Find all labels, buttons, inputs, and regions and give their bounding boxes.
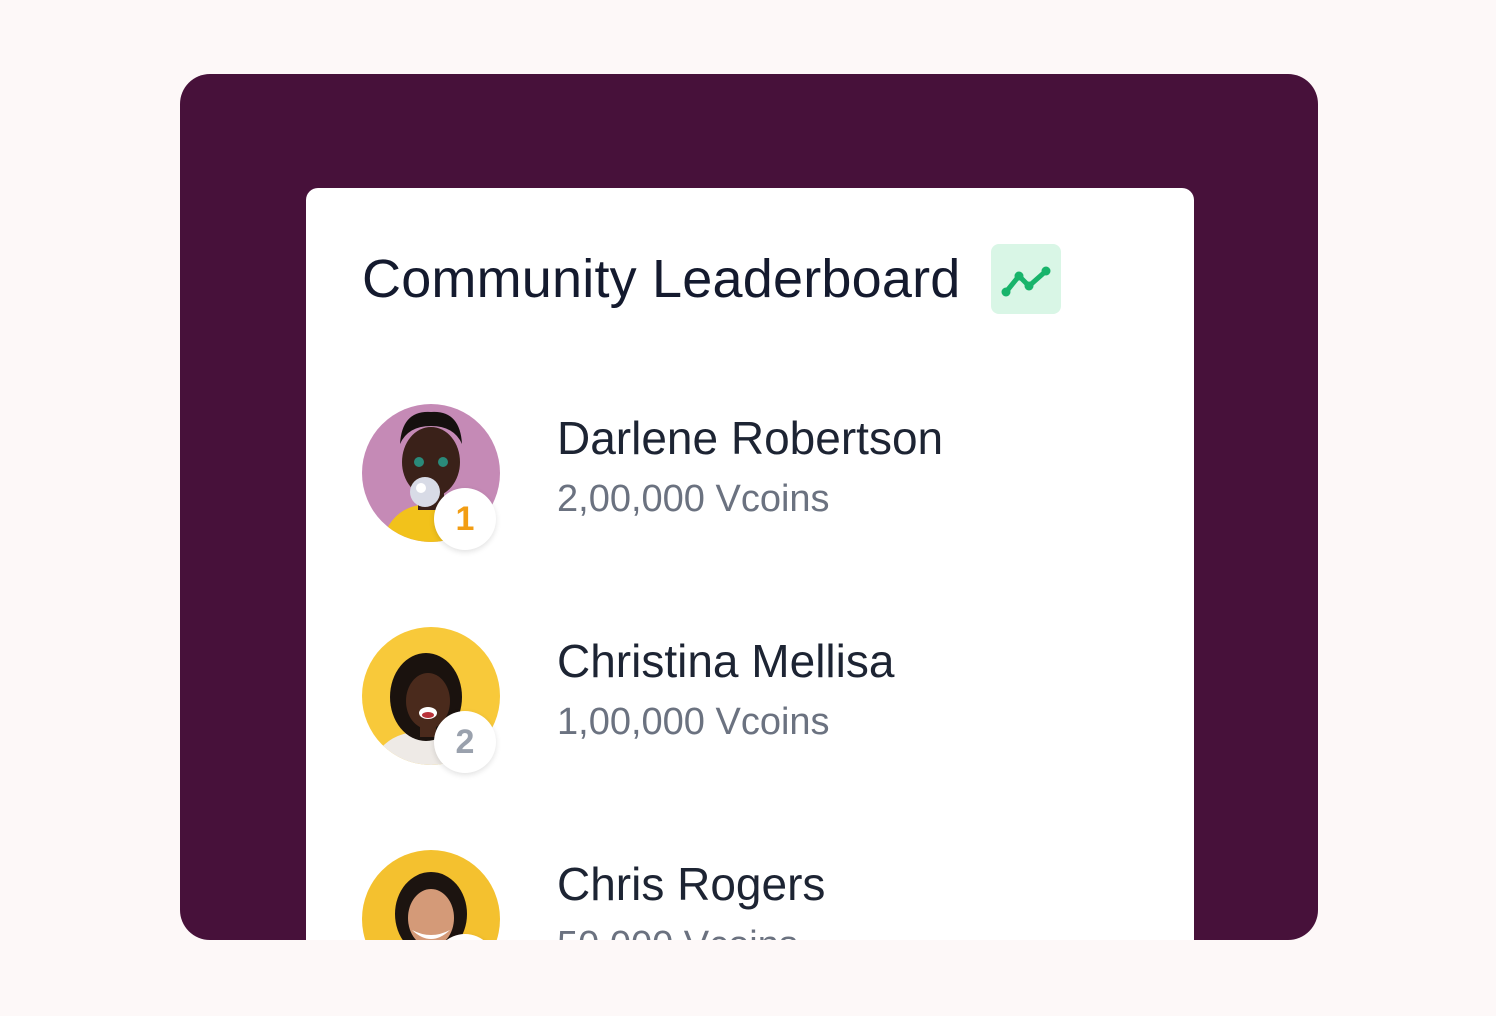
- avatar-container: 1: [362, 404, 500, 550]
- user-name: Christina Mellisa: [557, 635, 895, 687]
- avatar-container: 3: [362, 850, 500, 940]
- user-name: Chris Rogers: [557, 858, 826, 910]
- leaderboard-frame: Community Leaderboard 1 Darlene Robertso…: [180, 74, 1318, 940]
- leaderboard-card: Community Leaderboard 1 Darlene Robertso…: [306, 188, 1194, 940]
- leaderboard-title: Community Leaderboard: [362, 249, 961, 309]
- rank-badge: 2: [434, 711, 496, 773]
- avatar-container: 2: [362, 627, 500, 773]
- leaderboard-header: Community Leaderboard: [362, 244, 1061, 314]
- avatar: [362, 850, 500, 940]
- user-coins: 1,00,000 Vcoins: [557, 701, 830, 743]
- list-item[interactable]: 1 Darlene Robertson 2,00,000 Vcoins: [362, 404, 1142, 550]
- list-item[interactable]: 2 Christina Mellisa 1,00,000 Vcoins: [362, 627, 1142, 773]
- user-coins: 2,00,000 Vcoins: [557, 478, 830, 520]
- list-item[interactable]: 3 Chris Rogers 50,000 Vcoins: [362, 850, 1142, 940]
- user-coins: 50,000 Vcoins: [557, 922, 798, 940]
- user-name: Darlene Robertson: [557, 412, 944, 464]
- rank-badge: 1: [434, 488, 496, 550]
- trend-up-icon[interactable]: [990, 244, 1061, 314]
